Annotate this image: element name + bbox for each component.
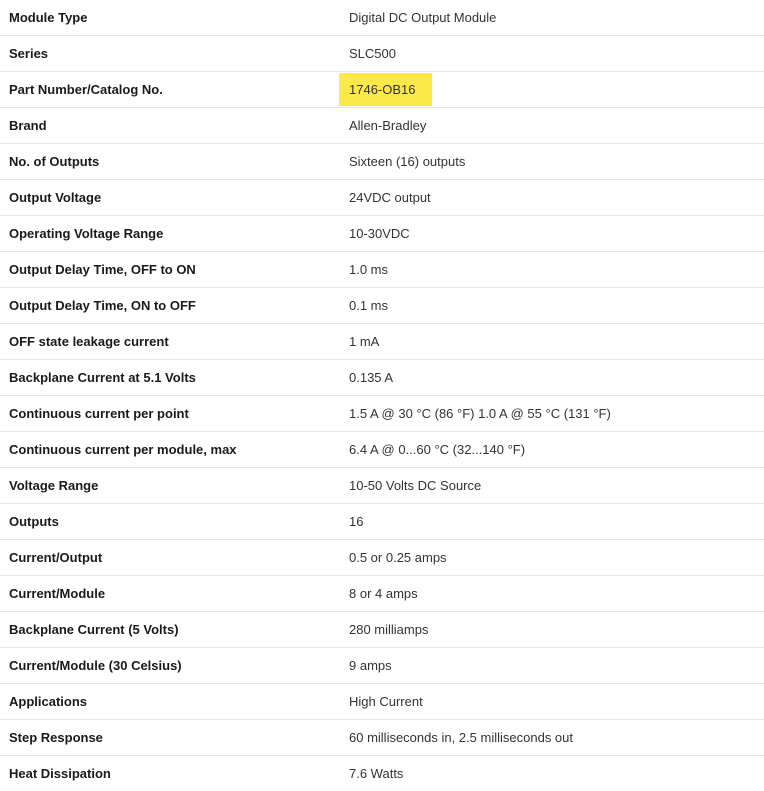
spec-label: Output Delay Time, ON to OFF: [0, 288, 339, 324]
spec-label: Backplane Current at 5.1 Volts: [0, 360, 339, 396]
table-row: Continuous current per module, max 6.4 A…: [0, 432, 764, 468]
spec-value: 1.5 A @ 30 °C (86 °F) 1.0 A @ 55 °C (131…: [339, 396, 764, 432]
spec-label: Output Delay Time, OFF to ON: [0, 252, 339, 288]
spec-label: OFF state leakage current: [0, 324, 339, 360]
spec-value: 24VDC output: [339, 180, 764, 216]
spec-value: 9 amps: [339, 648, 764, 684]
table-row: Voltage Range 10-50 Volts DC Source: [0, 468, 764, 504]
table-row: Applications High Current: [0, 684, 764, 720]
table-row: Brand Allen-Bradley: [0, 108, 764, 144]
table-row: Heat Dissipation 7.6 Watts: [0, 756, 764, 791]
spec-label: Backplane Current (5 Volts): [0, 612, 339, 648]
spec-value: 16: [339, 504, 764, 540]
spec-label: No. of Outputs: [0, 144, 339, 180]
spec-value: 60 milliseconds in, 2.5 milliseconds out: [339, 720, 764, 756]
spec-value: Allen-Bradley: [339, 108, 764, 144]
spec-label: Step Response: [0, 720, 339, 756]
spec-value: Sixteen (16) outputs: [339, 144, 764, 180]
spec-value: High Current: [339, 684, 764, 720]
table-row: Step Response 60 milliseconds in, 2.5 mi…: [0, 720, 764, 756]
highlighted-part-number: 1746-OB16: [339, 73, 432, 106]
spec-label: Current/Module (30 Celsius): [0, 648, 339, 684]
spec-label: Heat Dissipation: [0, 756, 339, 791]
spec-label: Outputs: [0, 504, 339, 540]
table-row: Output Delay Time, OFF to ON 1.0 ms: [0, 252, 764, 288]
table-row: Part Number/Catalog No. 1746-OB16: [0, 72, 764, 108]
spec-value: 6.4 A @ 0...60 °C (32...140 °F): [339, 432, 764, 468]
spec-value: 0.5 or 0.25 amps: [339, 540, 764, 576]
spec-value-cell: 1746-OB16: [339, 72, 764, 108]
table-row: Current/Module 8 or 4 amps: [0, 576, 764, 612]
table-row: Output Delay Time, ON to OFF 0.1 ms: [0, 288, 764, 324]
spec-label: Voltage Range: [0, 468, 339, 504]
table-row: Module Type Digital DC Output Module: [0, 0, 764, 36]
table-row: Current/Output 0.5 or 0.25 amps: [0, 540, 764, 576]
table-row: Output Voltage 24VDC output: [0, 180, 764, 216]
table-row: Operating Voltage Range 10-30VDC: [0, 216, 764, 252]
table-row: No. of Outputs Sixteen (16) outputs: [0, 144, 764, 180]
spec-label: Series: [0, 36, 339, 72]
table-row: Continuous current per point 1.5 A @ 30 …: [0, 396, 764, 432]
table-row: OFF state leakage current 1 mA: [0, 324, 764, 360]
table-row: Backplane Current at 5.1 Volts 0.135 A: [0, 360, 764, 396]
specifications-table: Module Type Digital DC Output Module Ser…: [0, 0, 764, 791]
table-row: Outputs 16: [0, 504, 764, 540]
spec-value: Digital DC Output Module: [339, 0, 764, 36]
spec-value: 10-30VDC: [339, 216, 764, 252]
spec-value: 0.135 A: [339, 360, 764, 396]
spec-label: Applications: [0, 684, 339, 720]
spec-value: 1.0 ms: [339, 252, 764, 288]
spec-label: Continuous current per module, max: [0, 432, 339, 468]
spec-label: Continuous current per point: [0, 396, 339, 432]
spec-value: 7.6 Watts: [339, 756, 764, 791]
table-row: Current/Module (30 Celsius) 9 amps: [0, 648, 764, 684]
spec-value: 10-50 Volts DC Source: [339, 468, 764, 504]
spec-label: Current/Output: [0, 540, 339, 576]
spec-label: Module Type: [0, 0, 339, 36]
spec-value: 1 mA: [339, 324, 764, 360]
spec-label: Brand: [0, 108, 339, 144]
spec-label: Operating Voltage Range: [0, 216, 339, 252]
spec-label: Output Voltage: [0, 180, 339, 216]
spec-value: 0.1 ms: [339, 288, 764, 324]
spec-value: 8 or 4 amps: [339, 576, 764, 612]
table-row: Backplane Current (5 Volts) 280 milliamp…: [0, 612, 764, 648]
spec-value: 280 milliamps: [339, 612, 764, 648]
table-row: Series SLC500: [0, 36, 764, 72]
spec-value: SLC500: [339, 36, 764, 72]
spec-label: Part Number/Catalog No.: [0, 72, 339, 108]
spec-label: Current/Module: [0, 576, 339, 612]
